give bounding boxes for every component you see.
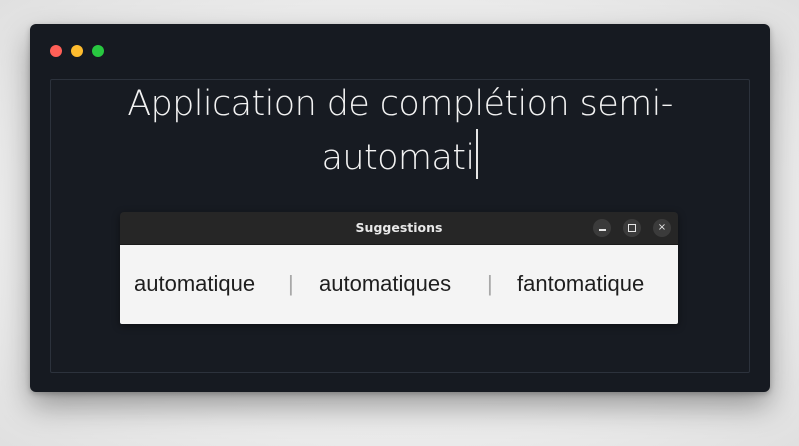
maximize-icon — [628, 224, 636, 232]
popup-close-button[interactable]: × — [653, 219, 671, 237]
editor-line-2: automati — [52, 129, 748, 183]
popup-titlebar: Suggestions × — [120, 212, 678, 245]
text-caret — [476, 129, 479, 179]
editor-line-1: Application de complétion semi- — [127, 84, 673, 124]
traffic-lights — [50, 45, 104, 57]
zoom-window-button[interactable] — [92, 45, 104, 57]
popup-maximize-button[interactable] — [623, 219, 641, 237]
popup-minimize-button[interactable] — [593, 219, 611, 237]
editor-line-2-text: automati — [321, 138, 476, 178]
suggestions-list: automatique | automatiques | fantomatiqu… — [120, 245, 678, 324]
close-icon: × — [657, 222, 667, 233]
minimize-window-button[interactable] — [71, 45, 83, 57]
suggestions-popup: Suggestions × automatique | automatiques… — [120, 212, 678, 324]
suggestion-separator: | — [288, 271, 294, 296]
minimize-icon — [598, 229, 606, 231]
text-editor[interactable]: Application de complétion semi- automati — [52, 80, 748, 183]
suggestion-item-2[interactable]: automatiques — [319, 245, 451, 323]
close-window-button[interactable] — [50, 45, 62, 57]
suggestion-separator: | — [487, 271, 493, 296]
suggestion-item-3[interactable]: fantomatique — [517, 245, 644, 323]
suggestion-item-1[interactable]: automatique — [134, 245, 255, 323]
